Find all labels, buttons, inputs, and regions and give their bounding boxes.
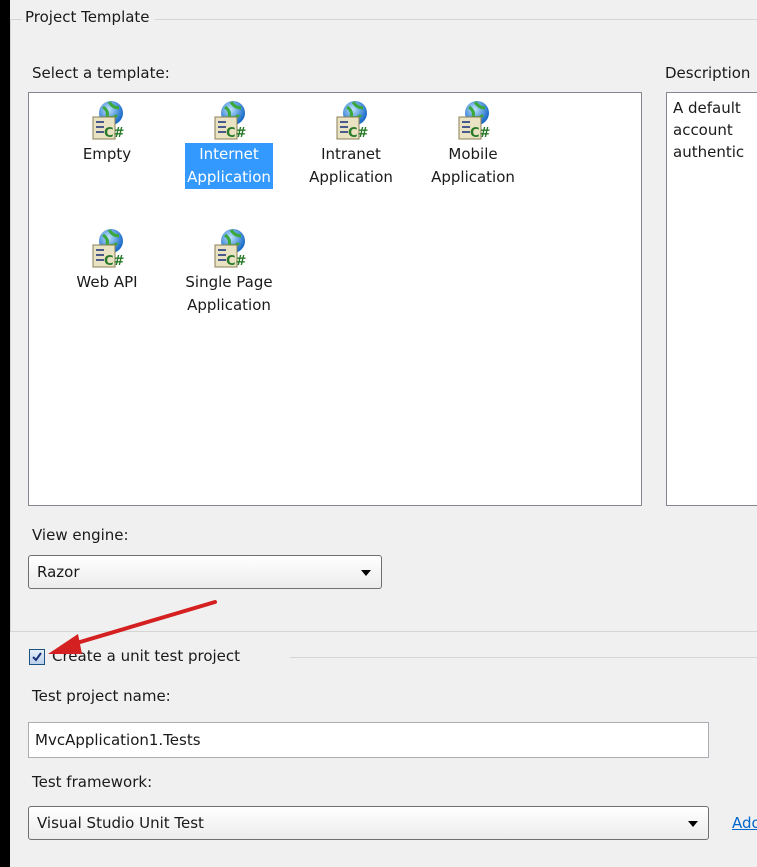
template-item-label: Internet Application: [185, 143, 273, 189]
template-item[interactable]: C# Intranet Application: [291, 99, 411, 189]
csharp-web-template-icon: C#: [214, 101, 247, 141]
svg-text:C#: C#: [226, 126, 247, 141]
chevron-down-icon: [688, 821, 698, 827]
description-label: Description: [665, 64, 751, 82]
test-project-name-label: Test project name:: [32, 687, 171, 705]
test-framework-label: Test framework:: [32, 773, 153, 791]
chevron-down-icon: [361, 570, 371, 576]
template-item[interactable]: C# Web API: [47, 227, 167, 294]
template-item-label: Single Page Application: [185, 273, 273, 314]
template-item[interactable]: C# Internet Application: [169, 99, 289, 189]
add-framework-link[interactable]: Ado: [732, 814, 757, 832]
annotation-arrow-head: [48, 634, 82, 654]
svg-text:C#: C#: [104, 126, 125, 141]
template-item[interactable]: C# Empty: [47, 99, 167, 166]
svg-text:C#: C#: [226, 254, 247, 269]
view-engine-dropdown[interactable]: Razor: [28, 555, 382, 589]
test-project-name-input[interactable]: MvcApplication1.Tests: [28, 722, 709, 758]
template-list[interactable]: C# Empty C# Internet Application C# Intr…: [28, 92, 642, 506]
unit-test-group-title-line: [290, 657, 757, 658]
annotation-arrow-icon: [48, 600, 217, 654]
csharp-web-template-icon: C#: [458, 101, 491, 141]
svg-text:C#: C#: [348, 126, 369, 141]
csharp-web-template-icon: C#: [92, 229, 125, 269]
select-template-label: Select a template:: [32, 64, 170, 82]
template-item-label: Web API: [76, 273, 138, 291]
template-item-label: Mobile Application: [431, 145, 515, 186]
test-framework-dropdown[interactable]: Visual Studio Unit Test: [28, 806, 709, 840]
svg-text:C#: C#: [470, 126, 491, 141]
view-engine-label: View engine:: [32, 526, 129, 544]
template-item-label: Intranet Application: [309, 145, 393, 186]
project-template-group-title: Project Template: [22, 8, 155, 26]
svg-text:C#: C#: [104, 254, 125, 269]
template-item-label: Empty: [82, 145, 132, 163]
new-project-dialog: Project Template Select a template: Desc…: [10, 0, 757, 867]
view-engine-value: Razor: [37, 563, 80, 581]
csharp-web-template-icon: C#: [214, 229, 247, 269]
template-item[interactable]: C# Single Page Application: [169, 227, 289, 317]
csharp-web-template-icon: C#: [336, 101, 369, 141]
project-template-group-left-border: [10, 19, 11, 631]
description-box: A default account authentic: [666, 92, 757, 506]
annotation-arrow-shaft: [68, 600, 217, 647]
template-item[interactable]: C# Mobile Application: [413, 99, 533, 189]
csharp-web-template-icon: C#: [92, 101, 125, 141]
test-framework-value: Visual Studio Unit Test: [37, 814, 204, 832]
